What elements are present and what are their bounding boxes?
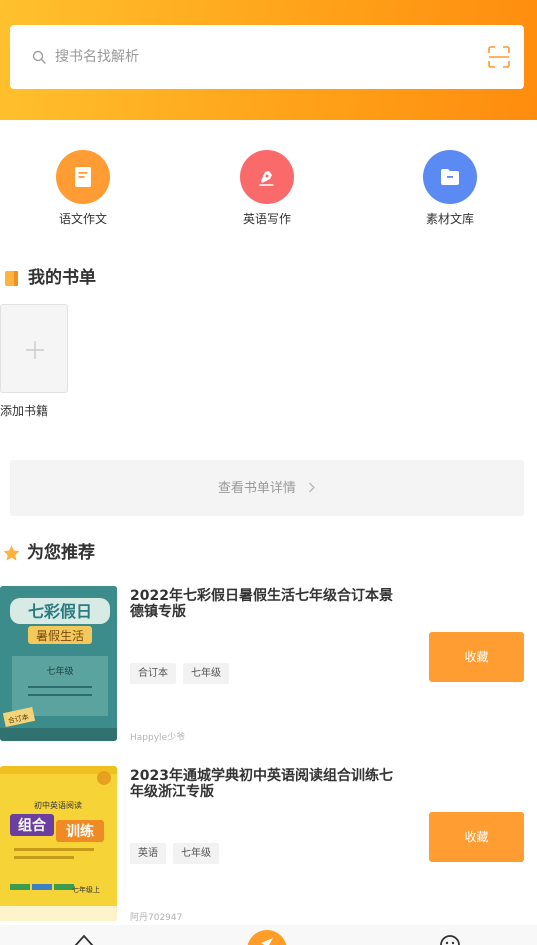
collect-button[interactable]: 收藏 xyxy=(429,812,524,862)
search-input[interactable]: 搜书名找解析 xyxy=(55,49,139,65)
my-books-title: 我的书单 xyxy=(28,268,96,288)
profile-icon[interactable] xyxy=(439,934,461,945)
quick-action-material-library[interactable]: 素材文库 xyxy=(390,148,510,226)
add-book-button[interactable] xyxy=(0,304,68,393)
search-bar[interactable]: 搜书名找解析 xyxy=(10,25,524,89)
quick-action-label: 英语写作 xyxy=(242,212,291,226)
quick-action-english-writing[interactable]: 英语写作 xyxy=(207,148,327,226)
book-title: 2023年通城学典初中英语阅读组合训练七年级浙江专版 xyxy=(130,768,393,800)
cover-brand-text: 七彩假日 xyxy=(28,602,92,621)
cover-grade-text: 七年级 xyxy=(46,665,73,677)
quick-action-label: 素材文库 xyxy=(425,212,474,226)
star-icon xyxy=(3,545,20,561)
book-author: Happyle少爷 xyxy=(130,733,186,743)
cover-word1-text: 组合 xyxy=(18,817,47,834)
quick-actions: 语文作文 英语写作 素材文库 xyxy=(0,148,537,238)
view-booklist-details-button[interactable]: 查看书单详情 xyxy=(10,460,524,516)
cover-grade-text: 七年级上 xyxy=(72,885,100,894)
cover-word2-text: 训练 xyxy=(66,823,94,840)
book-tag: 合订本 xyxy=(130,663,176,684)
plus-icon xyxy=(26,341,44,359)
center-publish-icon[interactable] xyxy=(246,929,288,945)
cover-subtitle-text: 暑假生活 xyxy=(36,629,84,643)
view-booklist-details-label: 查看书单详情 xyxy=(217,481,296,496)
book-tag: 七年级 xyxy=(183,663,229,684)
recommend-title: 为您推荐 xyxy=(27,543,95,563)
document-icon xyxy=(56,150,110,204)
book-cover: 七彩假日 暑假生活 七年级 合订本 xyxy=(0,586,117,741)
recommended-book-item[interactable]: 初中英语阅读 组合 训练 七年级上 2023年通城学典初中英语阅读组合训练七年级… xyxy=(0,766,537,926)
folder-icon xyxy=(423,150,477,204)
book-cover: 初中英语阅读 组合 训练 七年级上 xyxy=(0,766,117,921)
add-book-label: 添加书籍 xyxy=(0,404,49,418)
collect-button[interactable]: 收藏 xyxy=(429,632,524,682)
cover-top-text: 初中英语阅读 xyxy=(34,800,82,810)
book-tag: 英语 xyxy=(130,843,166,864)
quick-action-chinese-essay[interactable]: 语文作文 xyxy=(23,148,143,226)
chevron-right-icon xyxy=(309,482,315,493)
book-title: 2022年七彩假日暑假生活七年级合订本景德镇专版 xyxy=(130,588,393,620)
book-author: 阿丹702947 xyxy=(130,913,183,923)
bottom-navigation xyxy=(0,925,537,945)
search-icon xyxy=(32,50,46,64)
quick-action-label: 语文作文 xyxy=(58,212,107,226)
pen-icon xyxy=(240,150,294,204)
recommended-book-item[interactable]: 七彩假日 暑假生活 七年级 合订本 2022年七彩假日暑假生活七年级合订本景德镇… xyxy=(0,586,537,746)
scan-icon[interactable] xyxy=(488,46,510,68)
book-tag: 七年级 xyxy=(173,843,219,864)
home-icon[interactable] xyxy=(73,934,95,945)
book-icon xyxy=(5,271,18,286)
